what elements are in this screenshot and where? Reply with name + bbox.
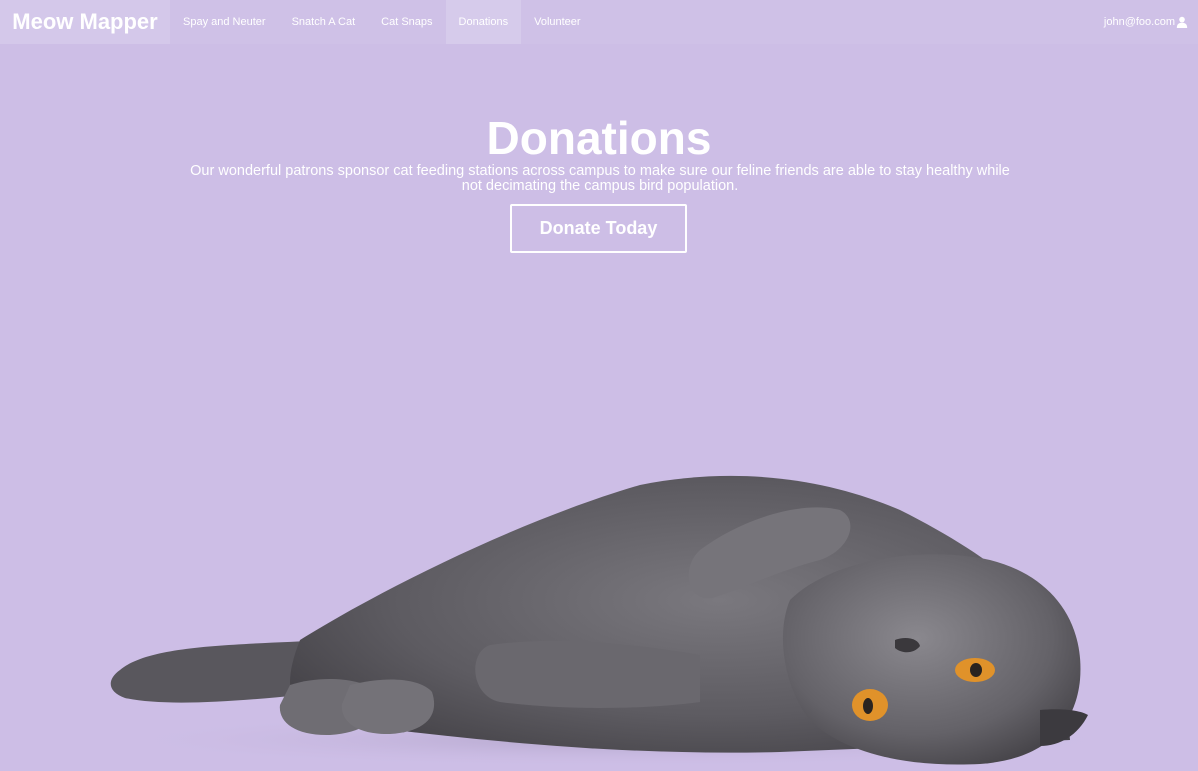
navbar: Meow Mapper Spay and Neuter Snatch A Cat… xyxy=(0,0,1198,44)
hero-description-line-1: Our wonderful patrons sponsor cat feedin… xyxy=(190,163,1010,179)
donate-today-button[interactable]: Donate Today xyxy=(510,204,687,253)
hero-description-line-2: not decimating the campus bird populatio… xyxy=(461,178,739,194)
nav-item-snatch-a-cat[interactable]: Snatch A Cat xyxy=(279,0,369,44)
page-title: Donations xyxy=(486,112,712,164)
user-icon xyxy=(1176,16,1188,28)
hero-description: Our wonderful patrons sponsor cat feedin… xyxy=(150,164,1050,194)
nav-item-donations[interactable]: Donations xyxy=(445,0,522,44)
nav-item-spay-and-neuter[interactable]: Spay and Neuter xyxy=(170,0,279,44)
cat-image xyxy=(100,475,1140,768)
brand-logo-link[interactable]: Meow Mapper xyxy=(0,0,170,44)
nav-item-volunteer[interactable]: Volunteer xyxy=(521,0,593,44)
page: Meow Mapper Spay and Neuter Snatch A Cat… xyxy=(0,0,1198,771)
nav-links: Spay and Neuter Snatch A Cat Cat Snaps D… xyxy=(170,0,594,44)
user-email: john@foo.com xyxy=(1103,16,1175,28)
nav-item-cat-snaps[interactable]: Cat Snaps xyxy=(368,0,445,44)
user-account-link[interactable]: john@foo.com xyxy=(1104,0,1188,44)
